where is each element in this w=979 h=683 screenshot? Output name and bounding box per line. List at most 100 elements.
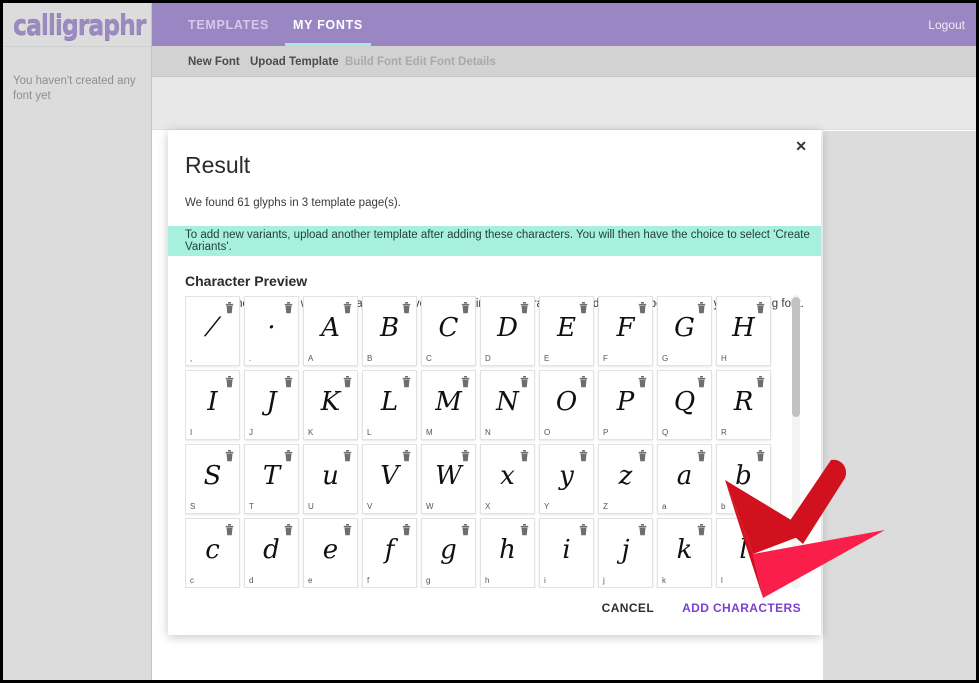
character-label: Z (603, 502, 608, 511)
content-top-band (152, 77, 976, 130)
scrollbar-thumb[interactable] (792, 297, 800, 417)
sidebar-divider (3, 46, 151, 47)
logout-link[interactable]: Logout (928, 3, 965, 46)
tab-my-fonts[interactable]: MY FONTS (285, 3, 371, 46)
sub-navigation-bar: New Font Upoad Template Build Font Edit … (152, 46, 976, 77)
subnav-item-upload-template[interactable]: Upoad Template (250, 46, 339, 77)
character-cell[interactable]: GG (657, 296, 712, 366)
character-glyph: f (384, 535, 395, 565)
character-label: C (426, 354, 432, 363)
character-cell[interactable]: SS (185, 444, 240, 514)
character-glyph: B (379, 313, 400, 343)
character-cell[interactable]: zZ (598, 444, 653, 514)
character-cell[interactable]: ⁄, (185, 296, 240, 366)
character-cell[interactable]: ·. (244, 296, 299, 366)
result-modal: ✕ Result We found 61 glyphs in 3 templat… (168, 130, 821, 635)
character-glyph: P (616, 387, 635, 417)
character-glyph: H (732, 313, 755, 343)
tab-templates[interactable]: TEMPLATES (188, 3, 269, 46)
character-glyph: T (262, 461, 281, 491)
character-glyph: c (205, 535, 220, 565)
character-cell[interactable]: LL (362, 370, 417, 440)
character-label: H (721, 354, 727, 363)
character-grid: ⁄, ·. A A B B C C D D E E F F G G H H I I J J K K L L M M N N O O P P Q Q R R… (185, 296, 785, 588)
cancel-button[interactable]: CANCEL (602, 601, 654, 615)
character-cell[interactable]: ll (716, 518, 771, 588)
character-cell[interactable]: cc (185, 518, 240, 588)
character-cell[interactable]: aa (657, 444, 712, 514)
character-cell[interactable]: NN (480, 370, 535, 440)
character-cell[interactable]: ii (539, 518, 594, 588)
character-cell[interactable]: bb (716, 444, 771, 514)
character-glyph: L (380, 387, 399, 417)
character-cell[interactable]: MM (421, 370, 476, 440)
character-label: a (662, 502, 667, 511)
character-glyph: k (676, 535, 693, 565)
character-glyph: x (500, 461, 515, 491)
character-cell[interactable]: uU (303, 444, 358, 514)
character-cell[interactable]: kk (657, 518, 712, 588)
character-glyph: g (440, 535, 457, 565)
logo-area[interactable]: calligraphr (3, 3, 151, 46)
top-navigation-bar: TEMPLATES MY FONTS Logout (152, 3, 976, 46)
variants-notice-banner: To add new variants, upload another temp… (168, 226, 821, 256)
character-glyph: E (557, 313, 576, 343)
character-cell[interactable]: PP (598, 370, 653, 440)
character-label: S (190, 502, 196, 511)
character-cell[interactable]: RR (716, 370, 771, 440)
character-label: W (426, 502, 434, 511)
character-label: Y (544, 502, 550, 511)
subnav-item-edit-font-details: Edit Font Details (405, 55, 496, 68)
character-cell[interactable]: dd (244, 518, 299, 588)
character-cell[interactable]: FF (598, 296, 653, 366)
character-glyph: N (496, 387, 519, 417)
character-label: A (308, 354, 314, 363)
character-grid-scrollbar[interactable] (792, 295, 800, 589)
character-cell[interactable]: DD (480, 296, 535, 366)
close-icon[interactable]: ✕ (791, 136, 811, 156)
character-glyph: h (499, 535, 516, 565)
character-glyph: I (207, 387, 218, 417)
character-label: T (249, 502, 254, 511)
character-label: D (485, 354, 491, 363)
character-cell[interactable]: QQ (657, 370, 712, 440)
character-glyph: i (562, 535, 571, 565)
character-cell[interactable]: WW (421, 444, 476, 514)
character-cell[interactable]: BB (362, 296, 417, 366)
character-label: V (367, 502, 373, 511)
character-cell[interactable]: CC (421, 296, 476, 366)
character-cell[interactable]: HH (716, 296, 771, 366)
character-glyph: F (616, 313, 635, 343)
add-characters-button[interactable]: ADD CHARACTERS (682, 601, 801, 615)
character-label: b (721, 502, 726, 511)
modal-footer: CANCEL ADD CHARACTERS (168, 580, 821, 635)
character-cell[interactable]: OO (539, 370, 594, 440)
character-cell[interactable]: gg (421, 518, 476, 588)
character-cell[interactable]: VV (362, 444, 417, 514)
subnav-item-new-font[interactable]: New Font (188, 46, 240, 77)
character-glyph: G (674, 313, 695, 343)
character-label: U (308, 502, 314, 511)
character-glyph: C (438, 313, 459, 343)
character-cell[interactable]: JJ (244, 370, 299, 440)
character-cell[interactable]: II (185, 370, 240, 440)
character-glyph: a (676, 461, 693, 491)
character-label: K (308, 428, 314, 437)
character-cell[interactable]: EE (539, 296, 594, 366)
character-cell[interactable]: KK (303, 370, 358, 440)
character-glyph: K (320, 387, 341, 417)
character-cell[interactable]: TT (244, 444, 299, 514)
character-cell[interactable]: yY (539, 444, 594, 514)
character-grid-viewport: ⁄, ·. A A B B C C D D E E F F G G H H I I J J K K L L M M N N O O P P Q Q R R… (185, 296, 805, 588)
character-label: J (249, 428, 253, 437)
character-cell[interactable]: AA (303, 296, 358, 366)
character-label: X (485, 502, 491, 511)
character-cell[interactable]: ff (362, 518, 417, 588)
character-glyph: Q (673, 387, 696, 417)
character-cell[interactable]: xX (480, 444, 535, 514)
character-cell[interactable]: hh (480, 518, 535, 588)
character-glyph: l (739, 535, 748, 565)
character-cell[interactable]: ee (303, 518, 358, 588)
character-cell[interactable]: jj (598, 518, 653, 588)
calligraphr-logo: calligraphr (13, 8, 147, 41)
